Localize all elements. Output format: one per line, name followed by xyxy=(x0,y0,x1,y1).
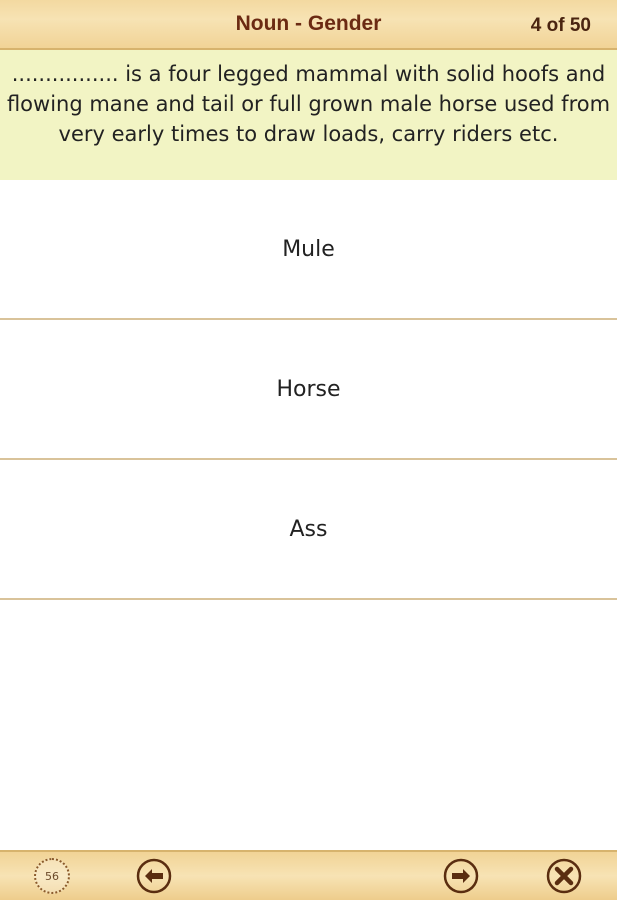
option-3[interactable]: Ass xyxy=(0,460,617,600)
option-1[interactable]: Mule xyxy=(0,180,617,320)
footer-bar: 56 xyxy=(0,850,617,900)
option-2[interactable]: Horse xyxy=(0,320,617,460)
page-title: Noun - Gender xyxy=(235,12,382,35)
question-counter: 4 of 50 xyxy=(530,15,591,36)
header-bar: Noun - Gender 4 of 50 xyxy=(0,0,617,50)
timer-icon[interactable]: 56 xyxy=(34,858,70,894)
timer-value: 56 xyxy=(45,869,59,883)
quiz-screen: Noun - Gender 4 of 50 ................ i… xyxy=(0,0,617,900)
close-button[interactable] xyxy=(546,858,582,894)
question-text: ................ is a four legged mammal… xyxy=(0,50,617,180)
close-icon xyxy=(546,858,582,894)
answer-options: Mule Horse Ass xyxy=(0,180,617,600)
arrow-left-icon xyxy=(136,858,172,894)
next-button[interactable] xyxy=(443,858,479,894)
previous-button[interactable] xyxy=(136,858,172,894)
arrow-right-icon xyxy=(443,858,479,894)
